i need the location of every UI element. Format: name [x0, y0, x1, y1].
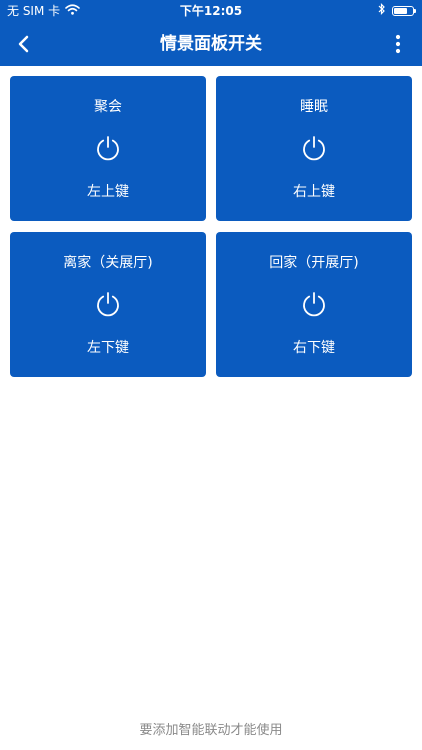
status-time: 下午12:05 — [179, 4, 243, 18]
more-vertical-icon — [395, 34, 401, 54]
status-right — [378, 0, 416, 22]
panel-key-label: 右上键 — [293, 184, 335, 200]
panel-scene-label: 离家（关展厅) — [63, 255, 153, 271]
power-icon — [303, 136, 325, 161]
power-icon — [97, 292, 119, 317]
panel-scene-label: 聚会 — [94, 99, 122, 115]
panel-key-label: 右下键 — [293, 340, 335, 356]
bluetooth-icon — [378, 0, 386, 22]
panel-scene-label: 回家（开展厅) — [269, 255, 359, 271]
battery-icon — [392, 6, 416, 16]
panel-bottom-right-button[interactable]: 回家（开展厅) 右下键 — [216, 232, 412, 377]
power-icon — [303, 292, 325, 317]
panel-top-right-button[interactable]: 睡眠 右上键 — [216, 76, 412, 221]
panel-key-label: 左上键 — [87, 184, 129, 200]
battery-level — [394, 8, 407, 14]
panel-top-left-button[interactable]: 聚会 左上键 — [10, 76, 206, 221]
panel-scene-label: 睡眠 — [300, 99, 328, 115]
more-options-button[interactable] — [386, 28, 410, 60]
power-icon — [97, 136, 119, 161]
panel-bottom-left-button[interactable]: 离家（关展厅) 左下键 — [10, 232, 206, 377]
panel-key-label: 左下键 — [87, 340, 129, 356]
top-bar: 无 SIM 卡 下午12:05 情景面板开关 — [0, 0, 422, 66]
nav-bar: 情景面板开关 — [0, 22, 422, 66]
footer-note: 要添加智能联动才能使用 — [139, 723, 283, 738]
status-bar: 无 SIM 卡 下午12:05 — [0, 0, 422, 22]
page-title: 情景面板开关 — [160, 34, 262, 54]
scene-panel-grid: 聚会 左上键 睡眠 右上键 离家（关展厅) 左下键 回家（开展厅) 右下键 — [10, 76, 412, 377]
